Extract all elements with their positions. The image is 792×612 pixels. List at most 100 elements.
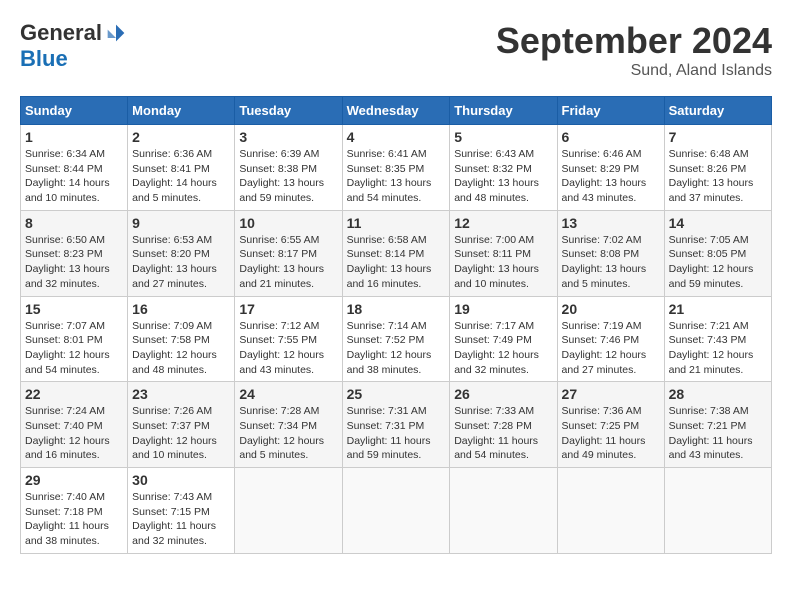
day-info: Sunrise: 7:43 AMSunset: 7:15 PMDaylight:… bbox=[132, 490, 230, 549]
day-info: Sunrise: 6:34 AMSunset: 8:44 PMDaylight:… bbox=[25, 147, 123, 206]
day-number: 11 bbox=[347, 215, 446, 231]
day-header-wednesday: Wednesday bbox=[342, 97, 450, 125]
day-info: Sunrise: 7:38 AMSunset: 7:21 PMDaylight:… bbox=[669, 404, 767, 463]
day-info: Sunrise: 7:17 AMSunset: 7:49 PMDaylight:… bbox=[454, 319, 552, 378]
calendar-day-7: 7 Sunrise: 6:48 AMSunset: 8:26 PMDaylight… bbox=[664, 125, 771, 211]
day-number: 26 bbox=[454, 386, 552, 402]
month-title: September 2024 bbox=[496, 20, 772, 62]
day-number: 10 bbox=[239, 215, 337, 231]
day-header-saturday: Saturday bbox=[664, 97, 771, 125]
day-info: Sunrise: 6:53 AMSunset: 8:20 PMDaylight:… bbox=[132, 233, 230, 292]
day-number: 27 bbox=[562, 386, 660, 402]
day-number: 6 bbox=[562, 129, 660, 145]
day-info: Sunrise: 7:02 AMSunset: 8:08 PMDaylight:… bbox=[562, 233, 660, 292]
calendar-day-19: 19Sunrise: 7:17 AMSunset: 7:49 PMDayligh… bbox=[450, 296, 557, 382]
calendar-day-9: 9Sunrise: 6:53 AMSunset: 8:20 PMDaylight… bbox=[128, 210, 235, 296]
calendar-day-1: 1 Sunrise: 6:34 AMSunset: 8:44 PMDaylight… bbox=[21, 125, 128, 211]
empty-cell bbox=[450, 468, 557, 554]
day-number: 16 bbox=[132, 301, 230, 317]
calendar-day-25: 25 Sunrise: 7:31 AMSunset: 7:31 PMDayligh… bbox=[342, 382, 450, 468]
day-number: 22 bbox=[25, 386, 123, 402]
day-info: Sunrise: 7:31 AMSunset: 7:31 PMDaylight:… bbox=[347, 404, 446, 463]
calendar-day-5: 5Sunrise: 6:43 AMSunset: 8:32 PMDaylight… bbox=[450, 125, 557, 211]
day-info: Sunrise: 6:50 AMSunset: 8:23 PMDaylight:… bbox=[25, 233, 123, 292]
day-header-sunday: Sunday bbox=[21, 97, 128, 125]
day-number: 17 bbox=[239, 301, 337, 317]
day-header-monday: Monday bbox=[128, 97, 235, 125]
day-number: 14 bbox=[669, 215, 767, 231]
day-info: Sunrise: 7:21 AMSunset: 7:43 PMDaylight:… bbox=[669, 319, 767, 378]
calendar-day-18: 18Sunrise: 7:14 AMSunset: 7:52 PMDayligh… bbox=[342, 296, 450, 382]
calendar-day-13: 13 Sunrise: 7:02 AMSunset: 8:08 PMDayligh… bbox=[557, 210, 664, 296]
day-number: 24 bbox=[239, 386, 337, 402]
day-number: 13 bbox=[562, 215, 660, 231]
day-number: 30 bbox=[132, 472, 230, 488]
day-info: Sunrise: 7:26 AMSunset: 7:37 PMDaylight:… bbox=[132, 404, 230, 463]
calendar-week-1: 1 Sunrise: 6:34 AMSunset: 8:44 PMDaylight… bbox=[21, 125, 772, 211]
calendar-day-14: 14 Sunrise: 7:05 AMSunset: 8:05 PMDayligh… bbox=[664, 210, 771, 296]
calendar-day-21: 21 Sunrise: 7:21 AMSunset: 7:43 PMDayligh… bbox=[664, 296, 771, 382]
day-number: 3 bbox=[239, 129, 337, 145]
logo: General Blue bbox=[20, 20, 126, 72]
calendar-day-26: 26Sunrise: 7:33 AMSunset: 7:28 PMDayligh… bbox=[450, 382, 557, 468]
logo-blue: Blue bbox=[20, 46, 68, 72]
day-info: Sunrise: 6:55 AMSunset: 8:17 PMDaylight:… bbox=[239, 233, 337, 292]
empty-cell bbox=[342, 468, 450, 554]
day-info: Sunrise: 6:39 AMSunset: 8:38 PMDaylight:… bbox=[239, 147, 337, 206]
calendar-day-3: 3 Sunrise: 6:39 AMSunset: 8:38 PMDaylight… bbox=[235, 125, 342, 211]
day-info: Sunrise: 6:41 AMSunset: 8:35 PMDaylight:… bbox=[347, 147, 446, 206]
calendar-day-11: 11 Sunrise: 6:58 AMSunset: 8:14 PMDayligh… bbox=[342, 210, 450, 296]
calendar-day-4: 4 Sunrise: 6:41 AMSunset: 8:35 PMDaylight… bbox=[342, 125, 450, 211]
calendar-day-17: 17 Sunrise: 7:12 AMSunset: 7:55 PMDayligh… bbox=[235, 296, 342, 382]
calendar-day-15: 15Sunrise: 7:07 AMSunset: 8:01 PMDayligh… bbox=[21, 296, 128, 382]
day-number: 4 bbox=[347, 129, 446, 145]
day-number: 2 bbox=[132, 129, 230, 145]
day-number: 7 bbox=[669, 129, 767, 145]
day-info: Sunrise: 7:36 AMSunset: 7:25 PMDaylight:… bbox=[562, 404, 660, 463]
empty-cell bbox=[664, 468, 771, 554]
calendar-day-30: 30 Sunrise: 7:43 AMSunset: 7:15 PMDayligh… bbox=[128, 468, 235, 554]
day-number: 1 bbox=[25, 129, 123, 145]
calendar-table: SundayMondayTuesdayWednesdayThursdayFrid… bbox=[20, 96, 772, 554]
empty-cell bbox=[557, 468, 664, 554]
day-number: 12 bbox=[454, 215, 552, 231]
day-number: 18 bbox=[347, 301, 446, 317]
day-info: Sunrise: 7:40 AMSunset: 7:18 PMDaylight:… bbox=[25, 490, 123, 549]
calendar-day-2: 2 Sunrise: 6:36 AMSunset: 8:41 PMDaylight… bbox=[128, 125, 235, 211]
calendar-day-23: 23Sunrise: 7:26 AMSunset: 7:37 PMDayligh… bbox=[128, 382, 235, 468]
day-number: 25 bbox=[347, 386, 446, 402]
day-header-tuesday: Tuesday bbox=[235, 97, 342, 125]
calendar-week-5: 29 Sunrise: 7:40 AMSunset: 7:18 PMDayligh… bbox=[21, 468, 772, 554]
calendar-day-28: 28 Sunrise: 7:38 AMSunset: 7:21 PMDayligh… bbox=[664, 382, 771, 468]
logo-icon bbox=[106, 23, 126, 43]
calendar-week-3: 15Sunrise: 7:07 AMSunset: 8:01 PMDayligh… bbox=[21, 296, 772, 382]
calendar-day-16: 16Sunrise: 7:09 AMSunset: 7:58 PMDayligh… bbox=[128, 296, 235, 382]
logo-general: General bbox=[20, 20, 102, 46]
day-number: 20 bbox=[562, 301, 660, 317]
calendar-day-12: 12 Sunrise: 7:00 AMSunset: 8:11 PMDayligh… bbox=[450, 210, 557, 296]
day-number: 29 bbox=[25, 472, 123, 488]
day-info: Sunrise: 6:36 AMSunset: 8:41 PMDaylight:… bbox=[132, 147, 230, 206]
calendar-day-20: 20Sunrise: 7:19 AMSunset: 7:46 PMDayligh… bbox=[557, 296, 664, 382]
calendar-header-row: SundayMondayTuesdayWednesdayThursdayFrid… bbox=[21, 97, 772, 125]
calendar-day-10: 10 Sunrise: 6:55 AMSunset: 8:17 PMDayligh… bbox=[235, 210, 342, 296]
day-info: Sunrise: 7:07 AMSunset: 8:01 PMDaylight:… bbox=[25, 319, 123, 378]
calendar-day-8: 8Sunrise: 6:50 AMSunset: 8:23 PMDaylight… bbox=[21, 210, 128, 296]
page-header: General Blue September 2024 Sund, Aland … bbox=[20, 20, 772, 80]
title-section: September 2024 Sund, Aland Islands bbox=[496, 20, 772, 80]
day-header-thursday: Thursday bbox=[450, 97, 557, 125]
day-info: Sunrise: 6:46 AMSunset: 8:29 PMDaylight:… bbox=[562, 147, 660, 206]
calendar-day-6: 6 Sunrise: 6:46 AMSunset: 8:29 PMDaylight… bbox=[557, 125, 664, 211]
calendar-day-24: 24Sunrise: 7:28 AMSunset: 7:34 PMDayligh… bbox=[235, 382, 342, 468]
location-subtitle: Sund, Aland Islands bbox=[496, 62, 772, 80]
day-info: Sunrise: 7:12 AMSunset: 7:55 PMDaylight:… bbox=[239, 319, 337, 378]
day-info: Sunrise: 6:43 AMSunset: 8:32 PMDaylight:… bbox=[454, 147, 552, 206]
calendar-day-29: 29 Sunrise: 7:40 AMSunset: 7:18 PMDayligh… bbox=[21, 468, 128, 554]
day-info: Sunrise: 6:58 AMSunset: 8:14 PMDaylight:… bbox=[347, 233, 446, 292]
day-info: Sunrise: 6:48 AMSunset: 8:26 PMDaylight:… bbox=[669, 147, 767, 206]
day-info: Sunrise: 7:00 AMSunset: 8:11 PMDaylight:… bbox=[454, 233, 552, 292]
empty-cell bbox=[235, 468, 342, 554]
day-number: 28 bbox=[669, 386, 767, 402]
day-number: 21 bbox=[669, 301, 767, 317]
day-info: Sunrise: 7:05 AMSunset: 8:05 PMDaylight:… bbox=[669, 233, 767, 292]
